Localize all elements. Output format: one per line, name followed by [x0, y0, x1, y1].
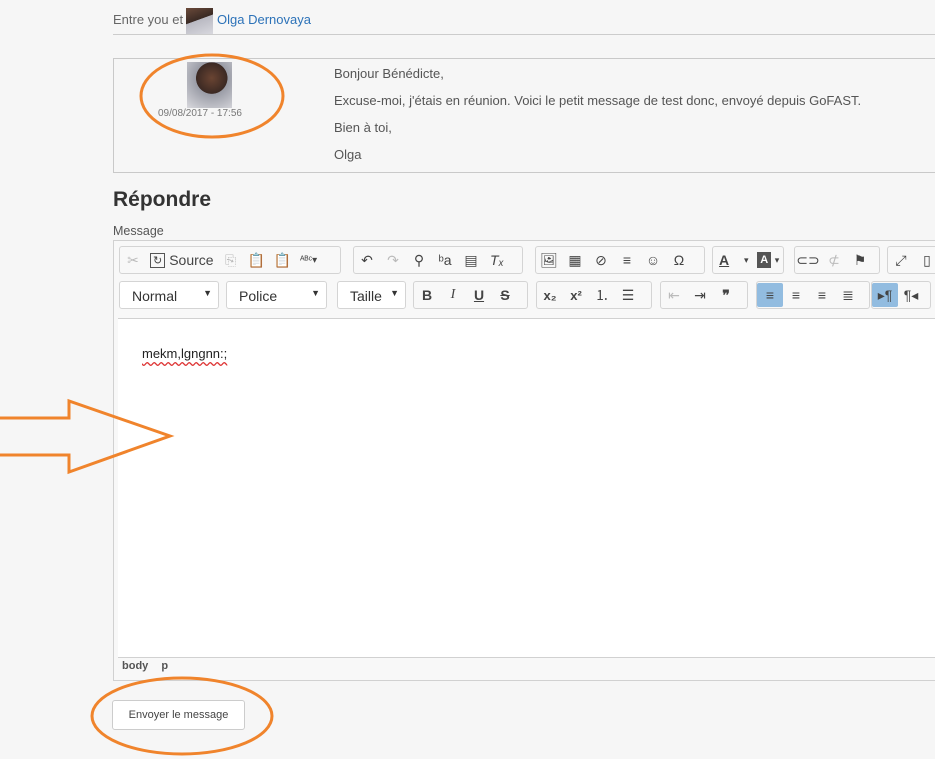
- message-body: Bonjour Bénédicte, Excuse-moi, j'étais e…: [334, 66, 861, 174]
- text-color-icon[interactable]: A: [713, 248, 735, 272]
- indent-group: ⇤ ⇥ ❞: [660, 281, 748, 309]
- chevron-down-icon: ▼: [203, 288, 212, 298]
- script-list-group: x₂ x² ⒈ ☰: [536, 281, 652, 309]
- author-avatar-small[interactable]: [186, 8, 213, 34]
- find-icon[interactable]: ⚲: [406, 248, 432, 272]
- copy-icon[interactable]: ⎘: [218, 248, 244, 272]
- text-style-group: B I U S: [413, 281, 528, 309]
- ltr-icon[interactable]: ▸¶: [872, 283, 898, 307]
- bullet-list-icon[interactable]: ☰: [615, 283, 641, 307]
- blockquote-icon[interactable]: ❞: [713, 283, 739, 307]
- conversation-header: Entre you et Olga Dernovaya: [113, 8, 935, 35]
- strike-button[interactable]: S: [492, 283, 518, 307]
- message-timestamp: 09/08/2017 - 17:56: [158, 108, 242, 119]
- text-color-dropdown-icon[interactable]: ▾: [735, 248, 757, 272]
- edit-group: ↶ ↷ ⚲ ᵇa ▤ Tₓ: [353, 246, 523, 274]
- link-group: ⊂⊃ ⊄ ⚑: [794, 246, 880, 274]
- avatar[interactable]: [187, 62, 232, 108]
- source-label: Source: [169, 252, 214, 268]
- path-p[interactable]: p: [161, 660, 168, 672]
- underline-button[interactable]: U: [466, 283, 492, 307]
- message-line: Olga: [334, 147, 362, 162]
- chevron-down-icon: ▼: [311, 288, 320, 298]
- font-select-value: Police: [239, 288, 278, 304]
- horizontal-rule-icon[interactable]: ≡: [614, 248, 640, 272]
- message-box: 09/08/2017 - 17:56 Bonjour Bénédicte, Ex…: [113, 58, 935, 173]
- chevron-down-icon: ▼: [390, 288, 399, 298]
- size-select-value: Taille: [350, 288, 382, 304]
- editor-content[interactable]: mekm,lgngnn:;: [118, 318, 935, 658]
- path-body[interactable]: body: [122, 660, 148, 672]
- size-select[interactable]: Taille ▼: [337, 281, 406, 309]
- tools-group: ⤢ ▯: [887, 246, 935, 274]
- bold-button[interactable]: B: [414, 283, 440, 307]
- anchor-icon[interactable]: ⚑: [847, 248, 873, 272]
- italic-button[interactable]: I: [440, 283, 466, 307]
- message-line: Bien à toi,: [334, 120, 392, 135]
- align-left-icon[interactable]: ≡: [757, 283, 783, 307]
- unlink-icon[interactable]: ⊄: [821, 248, 847, 272]
- source-button[interactable]: ↻ Source: [146, 248, 218, 272]
- align-right-icon[interactable]: ≡: [809, 283, 835, 307]
- direction-group: ▸¶ ¶◂: [871, 281, 931, 309]
- select-all-icon[interactable]: ▤: [458, 248, 484, 272]
- show-blocks-icon[interactable]: ▯: [914, 248, 935, 272]
- bg-color-dropdown-icon[interactable]: ▾: [771, 248, 783, 272]
- reply-heading: Répondre: [113, 188, 212, 211]
- align-center-icon[interactable]: ≡: [783, 283, 809, 307]
- author-link[interactable]: Olga Dernovaya: [217, 12, 311, 27]
- editor-text[interactable]: mekm,lgngnn:;: [142, 346, 227, 361]
- superscript-button[interactable]: x²: [563, 283, 589, 307]
- subscript-button[interactable]: x₂: [537, 283, 563, 307]
- conversation-label: Entre you et: [113, 12, 184, 27]
- omega-icon[interactable]: Ω: [666, 248, 692, 272]
- message-line: Bonjour Bénédicte,: [334, 66, 444, 81]
- align-group: ≡ ≡ ≡ ≣: [756, 281, 870, 309]
- smiley-icon[interactable]: ☺: [640, 248, 666, 272]
- paste-icon[interactable]: 📋: [244, 248, 270, 272]
- source-icon: ↻: [150, 252, 166, 268]
- replace-icon[interactable]: ᵇa: [432, 248, 458, 272]
- send-message-button[interactable]: Envoyer le message: [112, 700, 245, 730]
- indent-icon[interactable]: ⇥: [687, 283, 713, 307]
- link-icon[interactable]: ⊂⊃: [795, 248, 821, 272]
- numbered-list-icon[interactable]: ⒈: [589, 283, 615, 307]
- paste-text-icon[interactable]: 📋: [270, 248, 296, 272]
- flash-icon[interactable]: ⊘: [588, 248, 614, 272]
- insert-group: 🖼 ▦ ⊘ ≡ ☺ Ω: [535, 246, 705, 274]
- message-line: Excuse-moi, j'étais en réunion. Voici le…: [334, 93, 862, 108]
- maximize-icon[interactable]: ⤢: [888, 248, 914, 272]
- message-field-label: Message: [113, 224, 164, 238]
- rich-text-editor: ✂ ↻ Source ⎘ 📋 📋 ᴬᴮᶜ▾ ↶ ↷ ⚲ ᵇa ▤ Tₓ 🖼 ▦ …: [113, 240, 935, 681]
- justify-icon[interactable]: ≣: [835, 283, 861, 307]
- remove-format-icon[interactable]: Tₓ: [484, 248, 510, 272]
- format-select[interactable]: Normal ▼: [119, 281, 219, 309]
- clipboard-group: ✂ ↻ Source ⎘ 📋 📋 ᴬᴮᶜ▾: [119, 246, 341, 274]
- element-path: body p: [122, 660, 178, 672]
- image-icon[interactable]: 🖼: [536, 248, 562, 272]
- spellcheck-icon[interactable]: ᴬᴮᶜ▾: [296, 248, 322, 272]
- bg-color-icon[interactable]: A: [757, 252, 772, 268]
- font-select[interactable]: Police ▼: [226, 281, 327, 309]
- table-icon[interactable]: ▦: [562, 248, 588, 272]
- rtl-icon[interactable]: ¶◂: [898, 283, 924, 307]
- outdent-icon[interactable]: ⇤: [661, 283, 687, 307]
- cut-icon[interactable]: ✂: [120, 248, 146, 272]
- redo-icon[interactable]: ↷: [380, 248, 406, 272]
- undo-icon[interactable]: ↶: [354, 248, 380, 272]
- format-select-value: Normal: [132, 288, 178, 304]
- color-group: A ▾ A ▾: [712, 246, 784, 274]
